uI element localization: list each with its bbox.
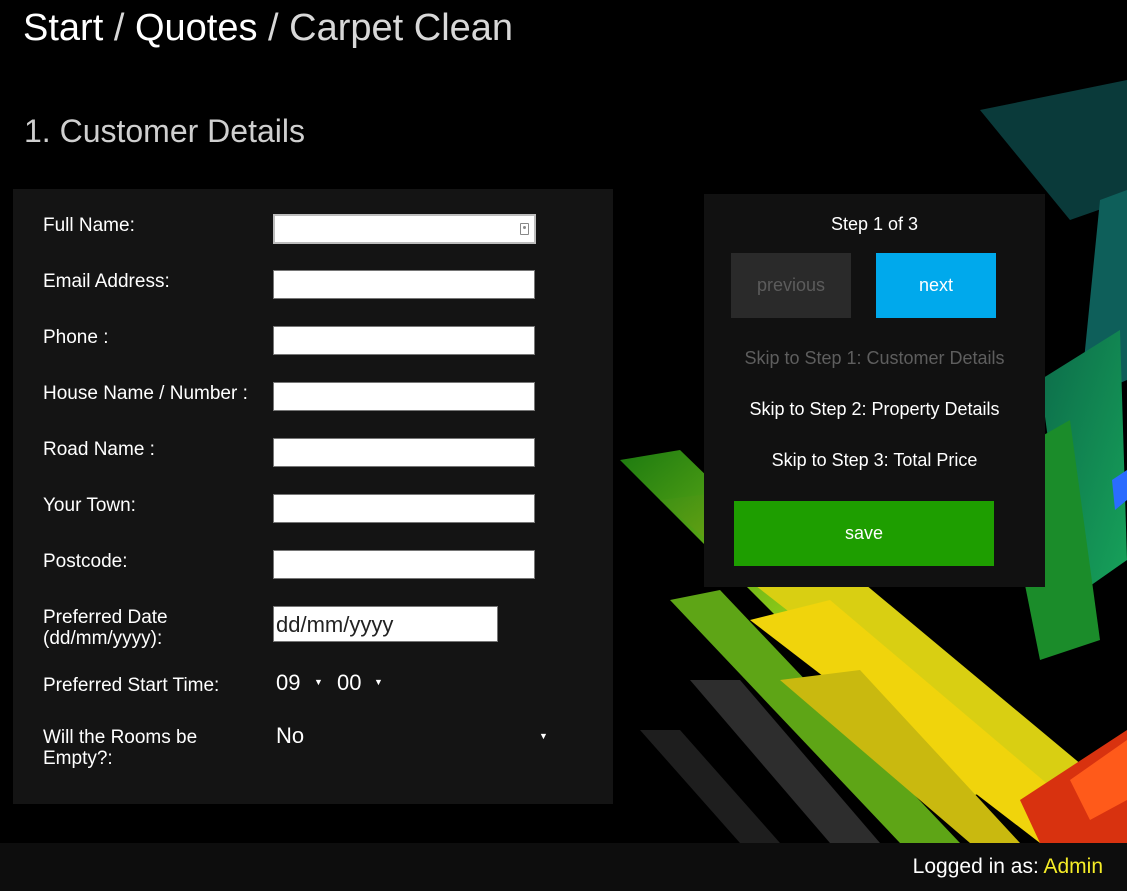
customer-details-form: Full Name: Email Address: Phone : House … bbox=[13, 189, 613, 804]
wizard-panel: Step 1 of 3 previous next Skip to Step 1… bbox=[704, 194, 1045, 587]
logged-in-status: Logged in as: Admin bbox=[913, 855, 1103, 879]
full-name-label: Full Name: bbox=[43, 215, 135, 236]
start-time-label: Preferred Start Time: bbox=[43, 675, 220, 696]
breadcrumb-start-link[interactable]: Start bbox=[23, 7, 103, 49]
rooms-empty-select[interactable]: No bbox=[276, 723, 546, 749]
breadcrumb-current: Carpet Clean bbox=[289, 7, 514, 49]
breadcrumb: Start / Quotes / Carpet Clean bbox=[23, 6, 513, 50]
logged-in-prefix: Logged in as: bbox=[912, 855, 1039, 878]
chevron-down-icon[interactable]: ▼ bbox=[539, 731, 548, 741]
chevron-down-icon[interactable]: ▼ bbox=[374, 677, 383, 687]
section-title: 1. Customer Details bbox=[24, 113, 305, 149]
preferred-date-label-line1: Preferred Date bbox=[43, 607, 168, 628]
previous-button[interactable]: previous bbox=[731, 253, 851, 318]
rooms-empty-label-line2: Empty?: bbox=[43, 748, 113, 769]
chevron-down-icon[interactable]: ▼ bbox=[314, 677, 323, 687]
town-input[interactable] bbox=[273, 494, 535, 523]
step-indicator: Step 1 of 3 bbox=[830, 214, 919, 234]
preferred-date-label: Preferred Date (dd/mm/yyyy): bbox=[43, 607, 273, 649]
start-hour-select[interactable]: 09 bbox=[276, 670, 300, 696]
town-label: Your Town: bbox=[43, 495, 136, 516]
skip-to-step-2-link[interactable]: Skip to Step 2: Property Details bbox=[704, 399, 1045, 420]
start-minute-select[interactable]: 00 bbox=[337, 670, 361, 696]
breadcrumb-separator: / bbox=[113, 7, 125, 49]
rooms-empty-label-line1: Will the Rooms be bbox=[43, 727, 198, 748]
rooms-empty-value: No bbox=[276, 723, 305, 748]
logged-in-user-link[interactable]: Admin bbox=[1043, 855, 1103, 878]
preferred-date-input[interactable]: dd/mm/yyyy bbox=[273, 606, 498, 642]
postcode-input[interactable] bbox=[273, 550, 535, 579]
email-label: Email Address: bbox=[43, 271, 170, 292]
save-button[interactable]: save bbox=[734, 501, 994, 566]
road-input[interactable] bbox=[273, 438, 535, 467]
footer-bar: Logged in as: Admin bbox=[0, 843, 1127, 891]
postcode-label: Postcode: bbox=[43, 551, 128, 572]
full-name-input[interactable] bbox=[273, 214, 536, 244]
phone-input[interactable] bbox=[273, 326, 535, 355]
email-input[interactable] bbox=[273, 270, 535, 299]
start-hour-value: 09 bbox=[276, 670, 301, 695]
house-input[interactable] bbox=[273, 382, 535, 411]
skip-to-step-3-link[interactable]: Skip to Step 3: Total Price bbox=[704, 450, 1045, 471]
contact-card-icon[interactable] bbox=[520, 223, 529, 235]
house-label: House Name / Number : bbox=[43, 383, 248, 404]
rooms-empty-label: Will the Rooms be Empty?: bbox=[43, 727, 273, 769]
page: Start / Quotes / Carpet Clean 1. Custome… bbox=[0, 0, 1127, 891]
breadcrumb-quotes-link[interactable]: Quotes bbox=[135, 7, 258, 49]
next-button[interactable]: next bbox=[876, 253, 996, 318]
skip-to-step-1-link[interactable]: Skip to Step 1: Customer Details bbox=[704, 348, 1045, 369]
breadcrumb-separator: / bbox=[268, 7, 279, 49]
preferred-date-label-line2: (dd/mm/yyyy): bbox=[43, 628, 163, 649]
phone-label: Phone : bbox=[43, 327, 109, 348]
road-label: Road Name : bbox=[43, 439, 155, 460]
start-minute-value: 00 bbox=[337, 670, 362, 695]
